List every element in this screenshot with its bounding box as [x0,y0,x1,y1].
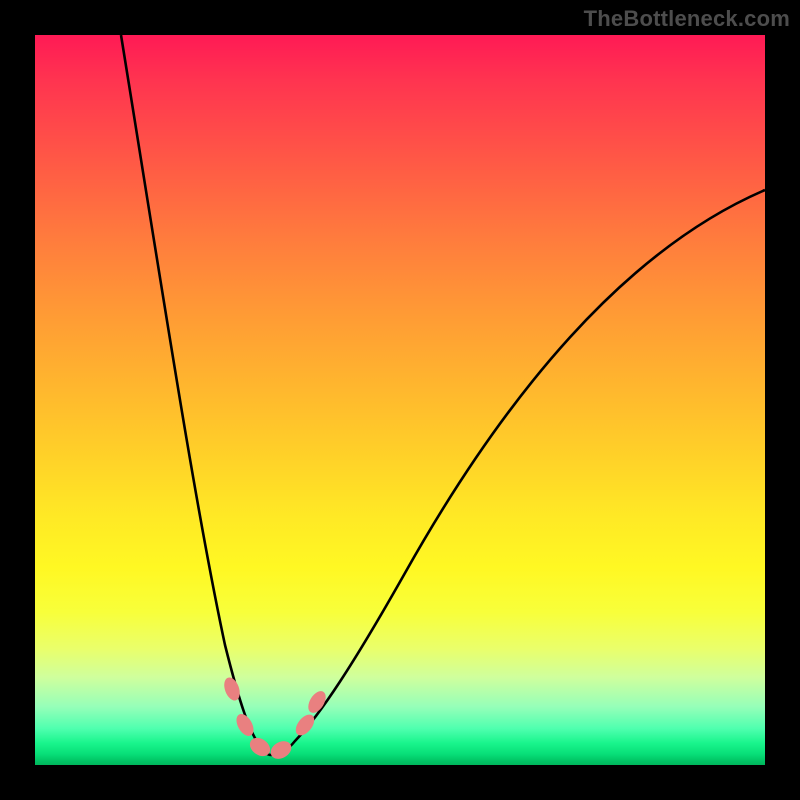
outer-frame: TheBottleneck.com [0,0,800,800]
curve-pip [292,711,318,739]
curve-layer [35,35,765,765]
attribution-text: TheBottleneck.com [584,6,790,32]
curve-pips [221,675,329,762]
curve-left-arm [121,35,271,755]
curve-right-arm [271,190,765,755]
curve-pip [267,738,294,763]
